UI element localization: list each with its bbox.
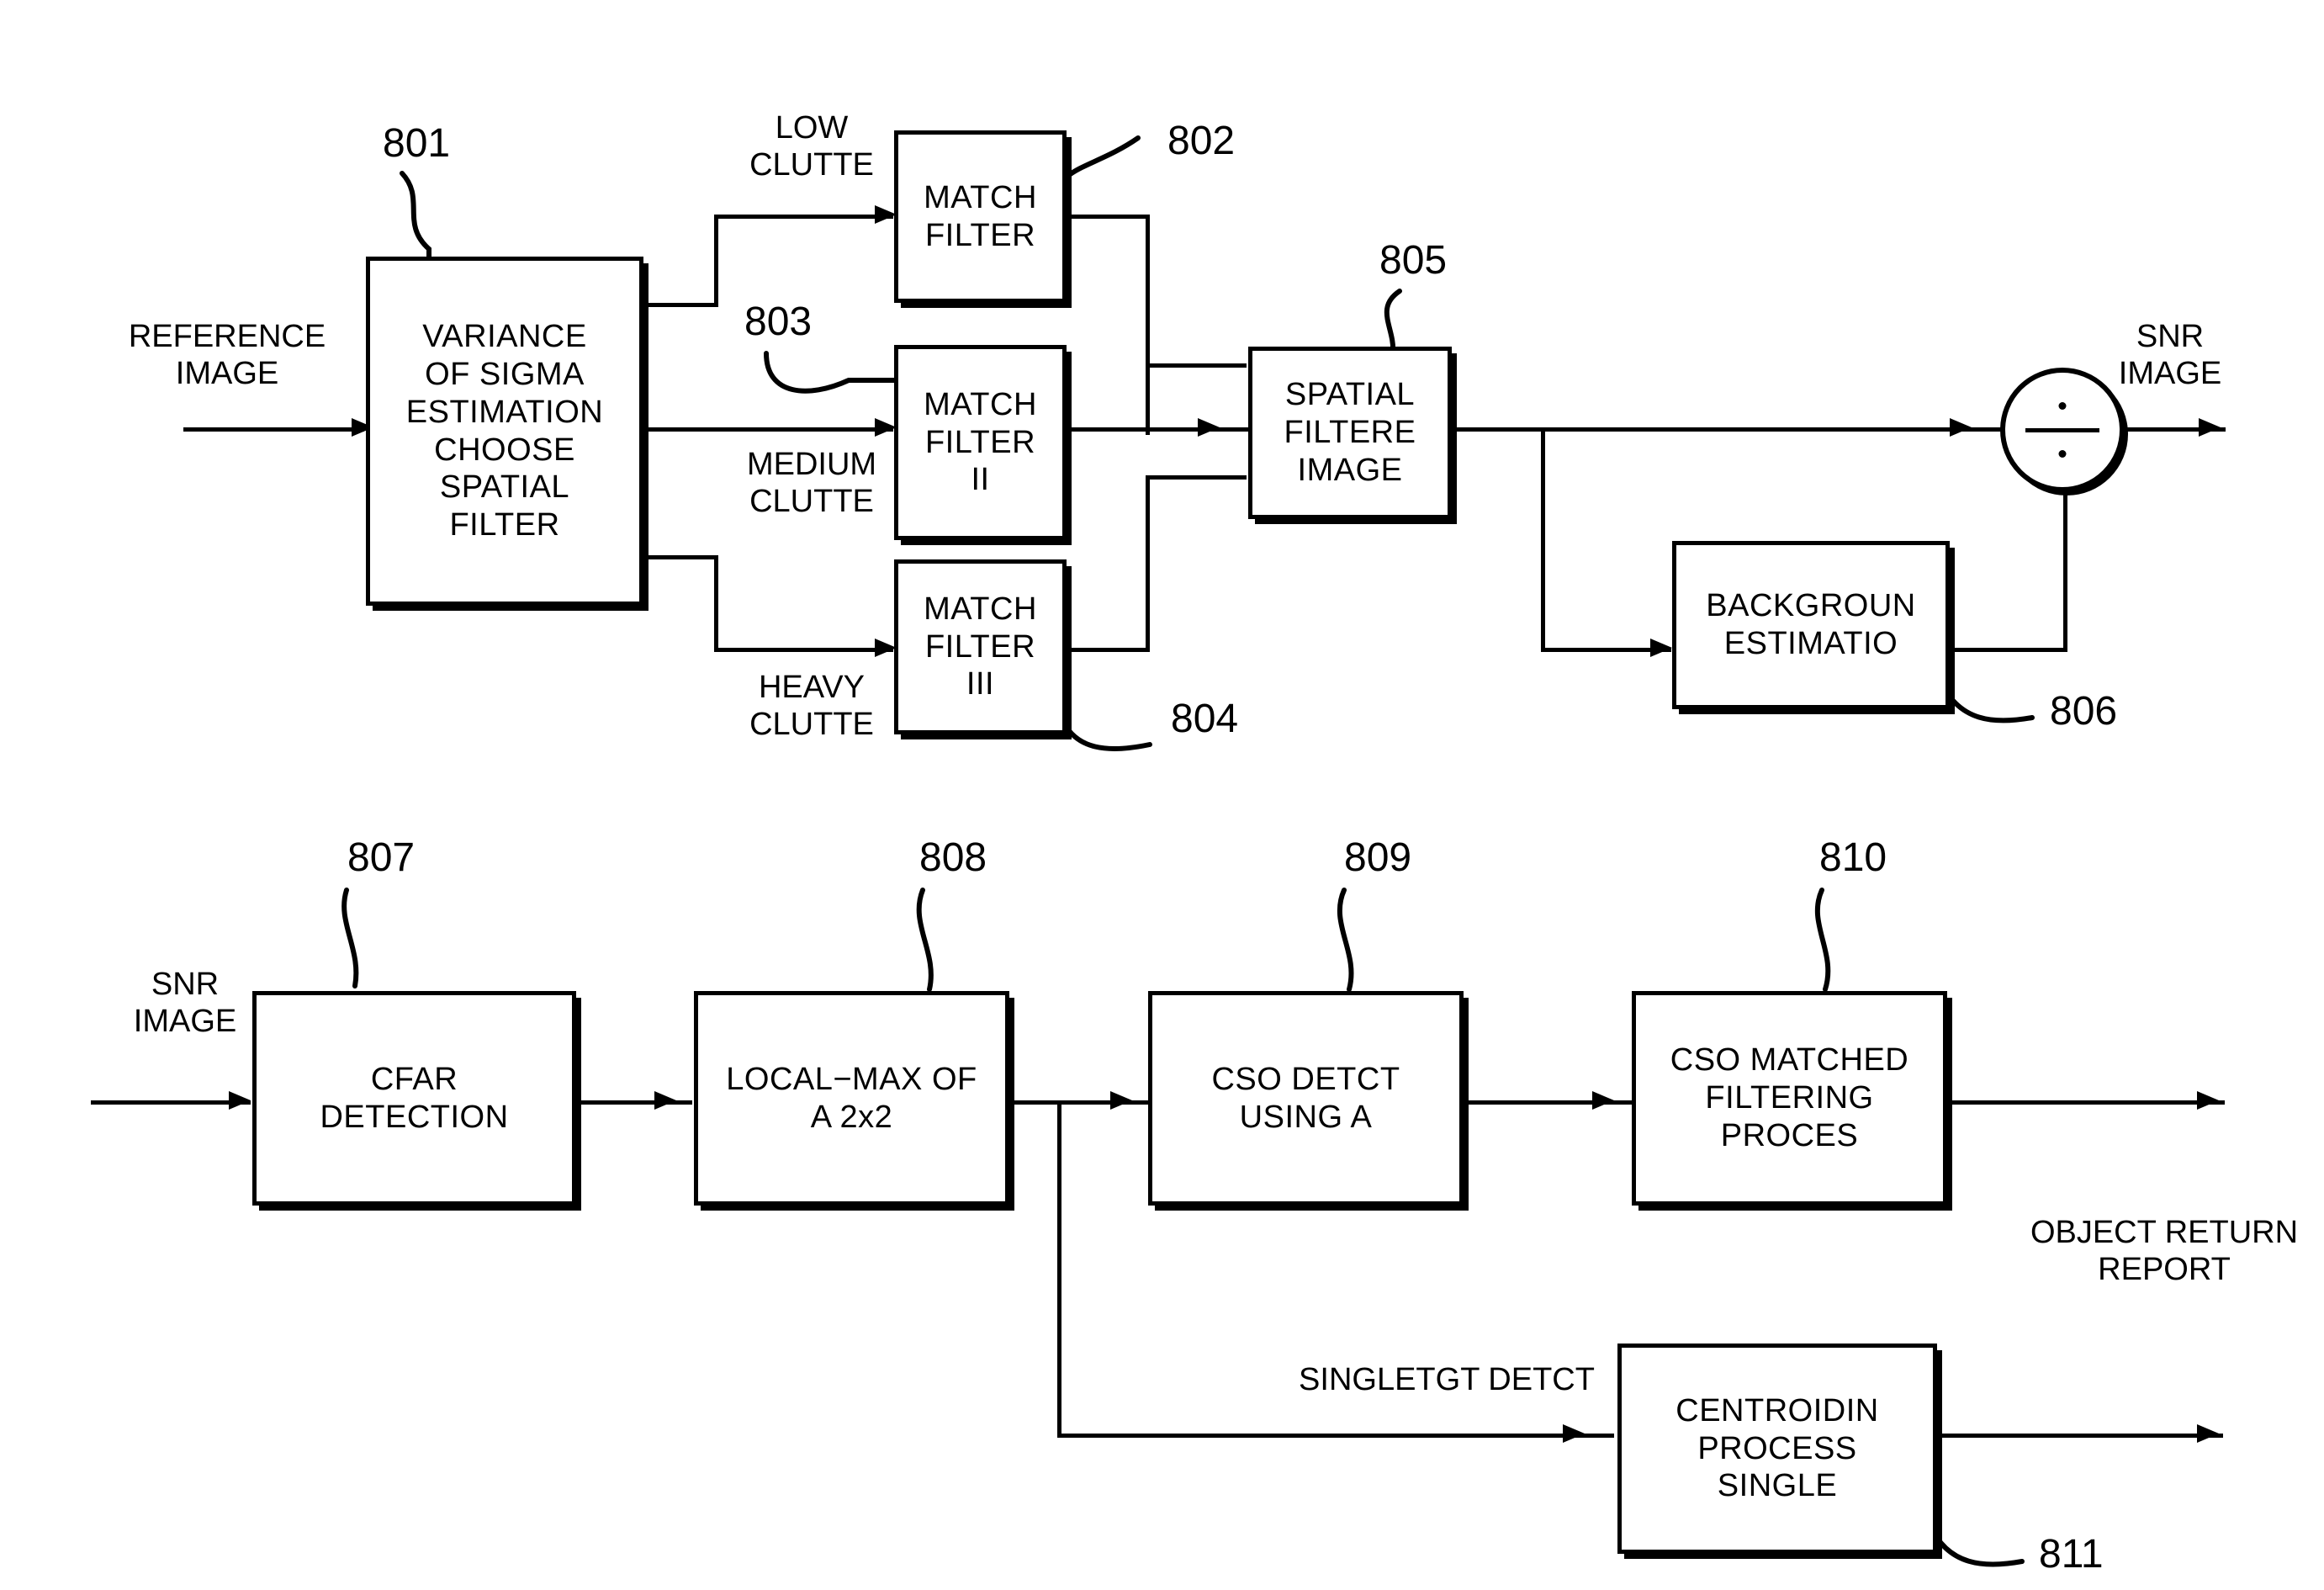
- leader-803: [764, 351, 897, 394]
- branch-heavy-seg-b: [714, 555, 718, 652]
- branch-heavy-seg-c: [714, 648, 893, 652]
- block-802-match-filter[interactable]: MATCH FILTER: [894, 130, 1067, 303]
- centroid-out-line: [1937, 1434, 2223, 1438]
- merge-mid-line: [1067, 427, 1248, 432]
- leader-808: [916, 888, 934, 992]
- leader-804: [1058, 713, 1152, 751]
- ref-numeral-803: 803: [744, 299, 813, 344]
- centroid-branch-horizontal: [1057, 1434, 1614, 1438]
- bg-tap-vertical: [1541, 427, 1545, 650]
- branch-low-seg-c: [714, 215, 893, 219]
- cso-report-out-arrowhead: [2197, 1091, 2219, 1110]
- cso-report-out-line: [1947, 1100, 2225, 1105]
- ref-numeral-802: 802: [1167, 119, 1236, 163]
- ref-numeral-804: 804: [1171, 697, 1239, 741]
- leader-807: [341, 888, 359, 988]
- merge-top-seg-b: [1146, 215, 1150, 435]
- ref-numeral-811: 811: [2039, 1532, 2104, 1577]
- block-805-spatial-filtered-image[interactable]: SPATIAL FILTERE IMAGE: [1248, 347, 1452, 519]
- link-809-810-arrowhead: [1592, 1091, 1614, 1110]
- diagram-canvas: REFERENCE IMAGE 801 VARIANCE OF SIGMA ES…: [0, 0, 2324, 1590]
- block-810-cso-matched-filtering[interactable]: CSO MATCHED FILTERING PROCES: [1632, 991, 1947, 1206]
- block-801-variance-sigma-estimation[interactable]: VARIANCE OF SIGMA ESTIMATION CHOOSE SPAT…: [366, 257, 643, 606]
- leader-809: [1337, 888, 1354, 992]
- block-808-local-max[interactable]: LOCAL−MAX OF A 2x2: [694, 991, 1009, 1206]
- block-806-background-estimation[interactable]: BACKGROUN ESTIMATIO: [1672, 541, 1950, 709]
- merge-bot-seg-a: [1067, 648, 1149, 652]
- leader-801: [400, 171, 431, 265]
- bg-out-horizontal: [1950, 648, 2067, 652]
- block-811-centroiding-process-single[interactable]: CENTROIDIN PROCESS SINGLE: [1617, 1344, 1937, 1554]
- block-803-match-filter-2[interactable]: MATCH FILTER II: [894, 345, 1067, 540]
- merge-bot-seg-c: [1146, 475, 1247, 480]
- leader-810: [1815, 888, 1831, 992]
- centroid-branch-vertical: [1057, 1100, 1061, 1437]
- divide-dot-top: [2058, 402, 2067, 411]
- link-807-808-arrowhead: [654, 1091, 676, 1110]
- block-804-match-filter-3[interactable]: MATCH FILTER III: [894, 559, 1067, 734]
- object-return-report-label: OBJECT RETURN REPORT: [2030, 1215, 2299, 1288]
- spatial-out-arrowhead: [1950, 418, 1972, 437]
- ref-numeral-801: 801: [383, 121, 451, 166]
- snr-image-output-label: SNR IMAGE: [2118, 319, 2222, 392]
- label-low-clutter: LOW CLUTTE: [749, 110, 874, 183]
- reference-image-label: REFERENCE IMAGE: [128, 319, 326, 392]
- ref-numeral-807: 807: [347, 835, 416, 880]
- leader-811: [1927, 1522, 2025, 1567]
- bg-tap-arrowhead: [1650, 639, 1672, 657]
- label-single-target-detect: SINGLETGT DETCT: [1299, 1362, 1595, 1397]
- ref-numeral-809: 809: [1344, 835, 1412, 880]
- ref-numeral-806: 806: [2050, 689, 2118, 734]
- branch-low-seg-a: [643, 303, 717, 307]
- branch-medium-line: [643, 427, 893, 432]
- block-807-cfar-detection[interactable]: CFAR DETECTION: [252, 991, 576, 1206]
- merge-top-seg-c: [1146, 363, 1247, 368]
- link-808-809-arrowhead: [1110, 1091, 1132, 1110]
- leader-806: [1937, 676, 2035, 723]
- divide-bar: [2025, 428, 2099, 432]
- label-heavy-clutter: HEAVY CLUTTE: [749, 670, 874, 743]
- block-809-cso-detect[interactable]: CSO DETCT USING A: [1148, 991, 1464, 1206]
- branch-low-seg-b: [714, 215, 718, 307]
- snr-input-line: [91, 1100, 251, 1105]
- snr-image-input-label: SNR IMAGE: [133, 967, 237, 1040]
- label-medium-clutter: MEDIUM CLUTTE: [746, 447, 877, 520]
- leader-805: [1384, 289, 1402, 354]
- ref-numeral-810: 810: [1819, 835, 1887, 880]
- ref-numeral-805: 805: [1379, 238, 1448, 283]
- centroid-branch-arrowhead: [1563, 1424, 1585, 1443]
- bg-out-vertical: [2063, 486, 2067, 650]
- reference-input-line: [183, 427, 364, 432]
- merge-bot-seg-b: [1146, 475, 1150, 652]
- merge-top-seg-a: [1067, 215, 1149, 219]
- snr-out-arrowhead: [2199, 418, 2221, 437]
- spatial-out-main-line: [1452, 427, 2032, 432]
- centroid-out-arrowhead: [2197, 1424, 2219, 1443]
- snr-input-arrowhead: [229, 1091, 251, 1110]
- divide-dot-bottom: [2058, 449, 2067, 458]
- merge-mid-arrowhead: [1198, 418, 1220, 437]
- branch-heavy-seg-a: [643, 555, 717, 559]
- ref-numeral-808: 808: [919, 835, 987, 880]
